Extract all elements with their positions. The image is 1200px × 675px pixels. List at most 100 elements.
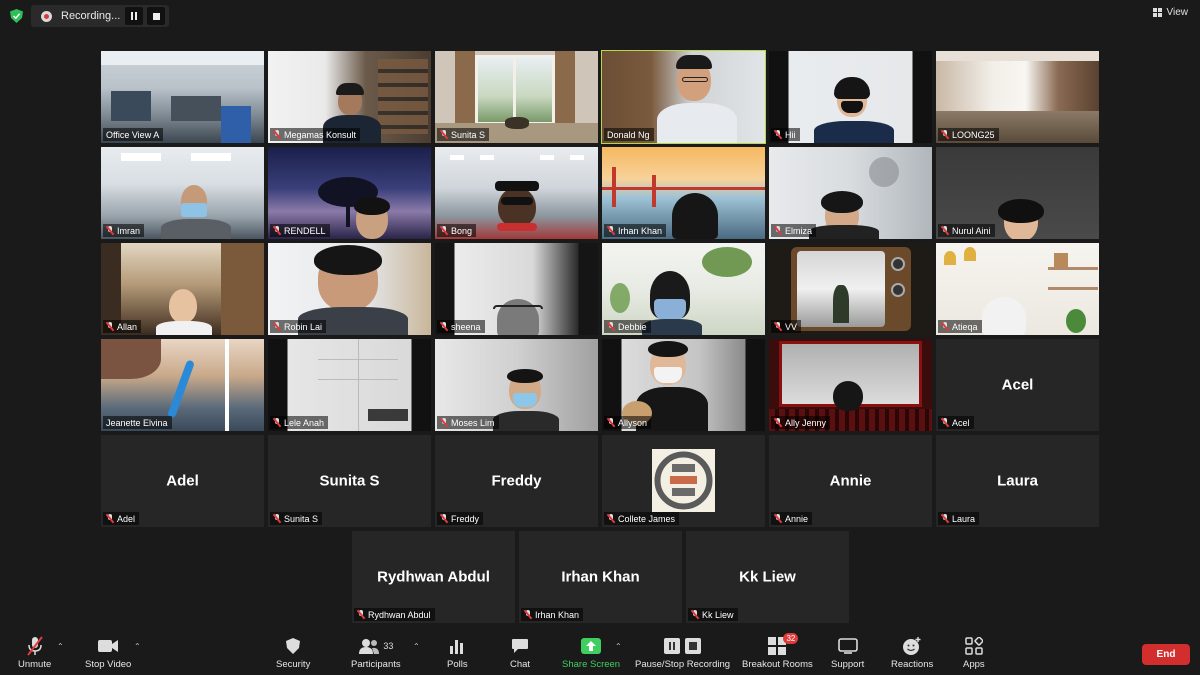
chat-bubble-icon [511,636,529,656]
profile-picture [652,449,715,512]
stop-video-label: Stop Video [85,659,132,670]
breakout-rooms-button[interactable]: 32 Breakout Rooms [742,633,813,670]
participant-name: Nurul Aini [952,225,991,236]
video-tile[interactable]: Lele Anah [268,339,431,431]
encryption-shield-icon[interactable] [10,9,23,23]
participant-name-tag: Moses Lim [437,416,499,429]
participant-name: Bong [451,225,473,236]
video-tile[interactable]: Irhan Khan [602,147,765,239]
participant-display-name: Annie [829,472,872,490]
video-tile[interactable]: Megamas Konsult [268,51,431,143]
participant-name: Atieqa [952,321,978,332]
video-tile[interactable]: Rydhwan Abdul Rydhwan Abdul [352,531,515,623]
recording-controls-icon [663,636,702,656]
video-tile[interactable]: Atieqa [936,243,1099,335]
security-shield-icon [285,636,301,656]
video-tile[interactable]: Bong [435,147,598,239]
pause-stop-recording-button[interactable]: Pause/Stop Recording [635,636,730,670]
polls-button[interactable]: Polls [447,636,468,670]
participant-name-tag: Kk Liew [688,608,738,621]
video-tile[interactable]: Office View A [101,51,264,143]
participant-name: Robin Lai [284,321,323,332]
video-tile[interactable]: Annie Annie [769,435,932,527]
support-button[interactable]: Support [831,636,864,670]
participant-name: Annie [785,513,809,524]
participants-options-chevron-icon[interactable]: ⌃ [413,642,420,651]
audio-options-chevron-icon[interactable]: ⌃ [57,642,64,651]
video-tile[interactable]: Adel Adel [101,435,264,527]
participant-display-name: Acel [1001,376,1034,394]
video-tile[interactable]: Robin Lai [268,243,431,335]
video-tile[interactable]: Irhan Khan Irhan Khan [519,531,682,623]
video-tile[interactable]: Kk Liew Kk Liew [686,531,849,623]
end-meeting-button[interactable]: End [1142,644,1190,665]
end-label: End [1156,649,1176,660]
reactions-button[interactable]: Reactions [891,636,933,670]
video-tile[interactable]: Moses Lim [435,339,598,431]
chat-button[interactable]: Chat [510,636,530,670]
video-tile[interactable]: Allan [101,243,264,335]
participant-name: Allan [117,321,138,332]
participant-name: RENDELL [284,225,326,236]
video-tile[interactable]: Sunita S [435,51,598,143]
participant-display-name: Sunita S [319,472,380,490]
support-label: Support [831,659,865,670]
video-tile[interactable]: Allyson [602,339,765,431]
recording-label: Recording... [61,10,121,22]
mic-muted-icon [440,418,448,427]
stop-video-button[interactable]: Stop Video [85,636,131,670]
stop-recording-button[interactable] [147,7,165,25]
video-tile[interactable]: Jeanette Elvina [101,339,264,431]
video-tile[interactable]: Elmiza [769,147,932,239]
participant-name-tag: Irhan Khan [604,224,667,237]
participant-name-tag: Atieqa [938,320,982,333]
video-tile[interactable]: Sunita S Sunita S [268,435,431,527]
share-options-chevron-icon[interactable]: ⌃ [615,642,622,651]
participant-name: Moses Lim [451,417,495,428]
recording-indicator: Recording... [31,5,169,27]
participant-display-name: Laura [997,472,1038,490]
video-tile[interactable]: Laura Laura [936,435,1099,527]
unmute-button[interactable]: Unmute [18,636,51,670]
mic-muted-icon [774,418,782,427]
view-button[interactable]: View [1152,7,1188,18]
video-tile[interactable]: Acel Acel [936,339,1099,431]
video-tile[interactable]: Collete James [602,435,765,527]
participant-name: Lele Anah [284,417,325,428]
video-tile[interactable]: Nurul Aini [936,147,1099,239]
video-tile[interactable]: RENDELL [268,147,431,239]
apps-icon [965,636,983,656]
mic-muted-icon [440,226,448,235]
share-screen-arrow-icon [581,636,602,656]
video-camera-icon [97,636,119,656]
security-button[interactable]: Security [276,636,310,670]
video-tile[interactable]: LOONG25 [936,51,1099,143]
reactions-label: Reactions [891,659,934,670]
video-tile[interactable]: Imran [101,147,264,239]
participant-name: Jeanette Elvina [106,417,168,428]
mic-muted-icon [691,610,699,619]
share-screen-button[interactable]: Share Screen [562,636,620,670]
participant-name: LOONG25 [952,129,995,140]
mic-muted-icon [941,130,949,139]
video-tile[interactable]: Ally Jenny [769,339,932,431]
mic-muted-icon [357,610,365,619]
pause-recording-button[interactable] [125,7,143,25]
pause-icon [131,12,137,20]
video-tile[interactable]: Freddy Freddy [435,435,598,527]
support-screen-icon [837,636,858,656]
grid-view-icon [1152,8,1162,17]
video-tile[interactable]: Hii [769,51,932,143]
participants-button[interactable]: 33 Participants [351,636,401,670]
participant-name-tag: Allan [103,320,142,333]
video-tile[interactable]: Debbie [602,243,765,335]
participant-name-tag: Sunita S [437,128,490,141]
video-tile[interactable]: sheena [435,243,598,335]
mic-muted-icon [273,130,281,139]
video-options-chevron-icon[interactable]: ⌃ [134,642,141,651]
video-tile[interactable]: VV [769,243,932,335]
mic-muted-icon [774,514,782,523]
participant-name: Elmiza [785,225,813,236]
apps-button[interactable]: Apps [963,636,985,670]
video-tile-active-speaker[interactable]: Donald Ng [601,50,766,144]
